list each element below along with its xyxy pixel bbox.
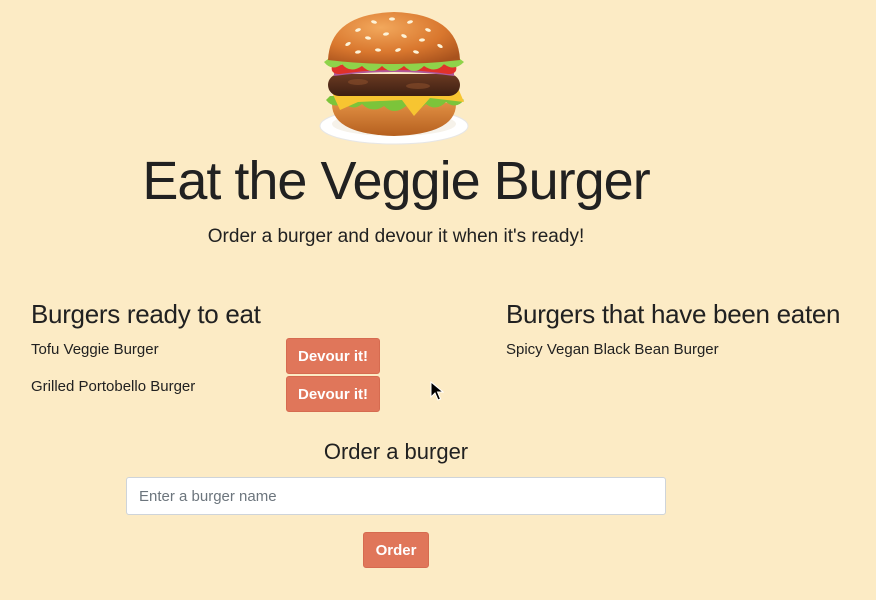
ready-burger-name: Tofu Veggie Burger xyxy=(31,341,159,358)
eaten-section-heading: Burgers that have been eaten xyxy=(506,299,841,329)
order-button[interactable]: Order xyxy=(363,532,429,568)
order-form-heading: Order a burger xyxy=(323,439,469,464)
burger-name-input[interactable] xyxy=(126,477,666,515)
eaten-burger-name: Spicy Vegan Black Bean Burger xyxy=(506,341,719,358)
mouse-cursor-icon xyxy=(430,381,444,401)
page-title: Eat the Veggie Burger xyxy=(142,151,650,211)
ready-burger-name: Grilled Portobello Burger xyxy=(31,378,196,395)
page-tagline: Order a burger and devour it when it's r… xyxy=(207,226,585,247)
devour-button[interactable]: Devour it! xyxy=(286,338,380,374)
burger-logo-image xyxy=(319,12,469,145)
ready-section-heading: Burgers ready to eat xyxy=(31,299,261,329)
devour-button[interactable]: Devour it! xyxy=(286,376,380,412)
